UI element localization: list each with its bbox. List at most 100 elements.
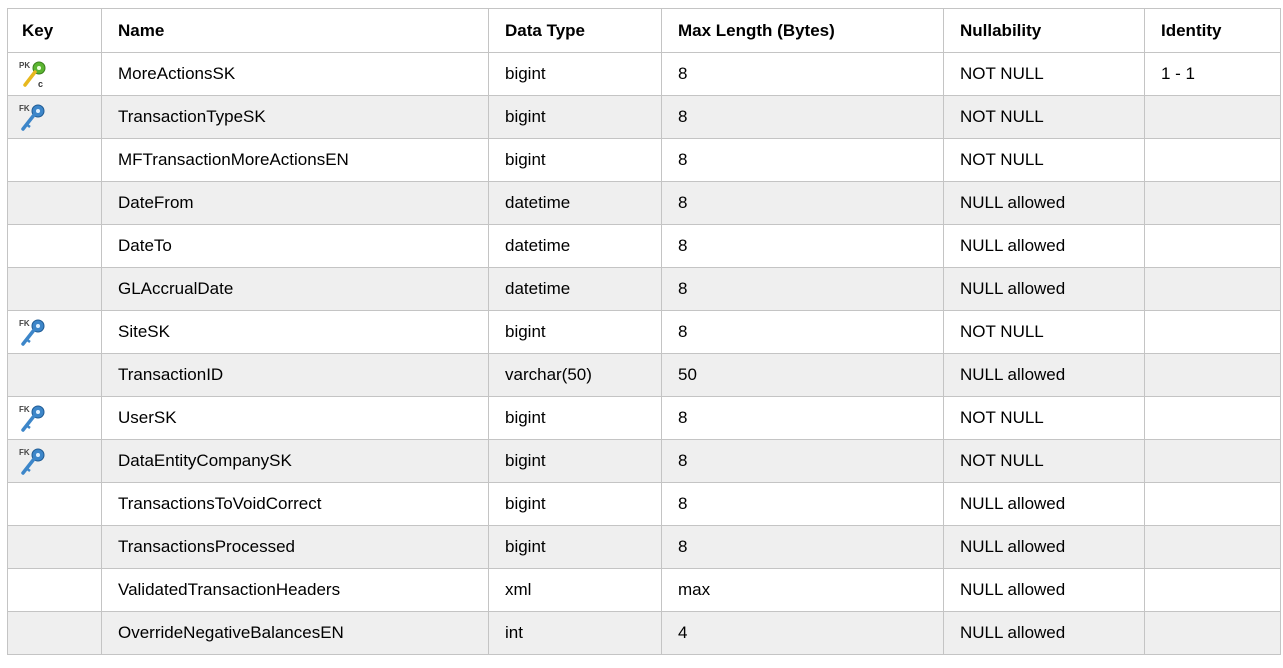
- primary-foreign-key-clustered-icon: PK c: [18, 59, 101, 89]
- cell-identity: [1144, 138, 1281, 182]
- cell-data-type: bigint: [488, 396, 662, 440]
- cell-max-length: 8: [661, 482, 944, 526]
- cell-nullability: NULL allowed: [943, 611, 1145, 655]
- table-row: ValidatedTransactionHeaders xml max NULL al…: [7, 568, 1281, 612]
- cell-data-type: bigint: [488, 439, 662, 483]
- cell-identity: [1144, 224, 1281, 268]
- cell-max-length: 8: [661, 224, 944, 268]
- cell-name: TransactionsToVoidCorrect: [101, 482, 489, 526]
- table-row: DateTo datetime 8 NULL allowed: [7, 224, 1281, 268]
- cell-data-type: bigint: [488, 52, 662, 96]
- cell-identity: [1144, 396, 1281, 440]
- cell-key: FK: [7, 95, 102, 139]
- cell-nullability: NULL allowed: [943, 267, 1145, 311]
- cell-max-length: 8: [661, 95, 944, 139]
- cell-max-length: 8: [661, 525, 944, 569]
- svg-text:FK: FK: [19, 104, 30, 113]
- cell-key: [7, 353, 102, 397]
- cell-key: FK: [7, 439, 102, 483]
- cell-key: [7, 525, 102, 569]
- cell-identity: [1144, 267, 1281, 311]
- cell-identity: [1144, 568, 1281, 612]
- cell-nullability: NOT NULL: [943, 439, 1145, 483]
- svg-text:c: c: [38, 79, 43, 89]
- svg-text:FK: FK: [19, 319, 30, 328]
- cell-data-type: xml: [488, 568, 662, 612]
- table-row: TransactionsToVoidCorrect bigint 8 NULL all…: [7, 482, 1281, 526]
- cell-identity: [1144, 310, 1281, 354]
- cell-nullability: NOT NULL: [943, 52, 1145, 96]
- table-row: TransactionID varchar(50) 50 NULL allowed: [7, 353, 1281, 397]
- header-row: Key Name Data Type Max Length (Bytes) Nu…: [7, 8, 1281, 53]
- cell-nullability: NULL allowed: [943, 568, 1145, 612]
- cell-nullability: NULL allowed: [943, 482, 1145, 526]
- cell-identity: 1 - 1: [1144, 52, 1281, 96]
- cell-name: ValidatedTransactionHeaders: [101, 568, 489, 612]
- cell-data-type: datetime: [488, 224, 662, 268]
- cell-identity: [1144, 95, 1281, 139]
- table-row: MFTransactionMoreActionsEN bigint 8 NOT NUL…: [7, 138, 1281, 182]
- cell-max-length: 8: [661, 396, 944, 440]
- cell-max-length: 8: [661, 52, 944, 96]
- table-row: FK SiteSK bigint 8 NOT NULL: [7, 310, 1281, 354]
- cell-data-type: bigint: [488, 482, 662, 526]
- cell-name: DateTo: [101, 224, 489, 268]
- cell-name: GLAccrualDate: [101, 267, 489, 311]
- cell-data-type: datetime: [488, 181, 662, 225]
- cell-key: FK: [7, 310, 102, 354]
- cell-key: [7, 181, 102, 225]
- svg-text:FK: FK: [19, 405, 30, 414]
- cell-identity: [1144, 353, 1281, 397]
- header-identity: Identity: [1144, 8, 1281, 53]
- table-row: PK c MoreActionsSK bigint 8 NOT NULL 1 - 1: [7, 52, 1281, 96]
- table-row: TransactionsProcessed bigint 8 NULL allowed: [7, 525, 1281, 569]
- cell-max-length: 50: [661, 353, 944, 397]
- cell-max-length: 4: [661, 611, 944, 655]
- cell-max-length: 8: [661, 439, 944, 483]
- svg-text:PK: PK: [19, 61, 30, 70]
- table-row: FK DataEntityCompanySK bigint 8 NOT NULL: [7, 439, 1281, 483]
- header-max-length: Max Length (Bytes): [661, 8, 944, 53]
- cell-nullability: NOT NULL: [943, 138, 1145, 182]
- cell-key: PK c: [7, 52, 102, 96]
- cell-max-length: 8: [661, 181, 944, 225]
- cell-identity: [1144, 181, 1281, 225]
- cell-name: MoreActionsSK: [101, 52, 489, 96]
- cell-identity: [1144, 482, 1281, 526]
- cell-nullability: NOT NULL: [943, 310, 1145, 354]
- foreign-key-icon: FK: [18, 403, 101, 433]
- cell-key: FK: [7, 396, 102, 440]
- table-row: OverrideNegativeBalancesEN int 4 NULL allow…: [7, 611, 1281, 655]
- cell-name: UserSK: [101, 396, 489, 440]
- header-name: Name: [101, 8, 489, 53]
- cell-nullability: NOT NULL: [943, 95, 1145, 139]
- table-row: DateFrom datetime 8 NULL allowed: [7, 181, 1281, 225]
- cell-name: TransactionTypeSK: [101, 95, 489, 139]
- cell-name: MFTransactionMoreActionsEN: [101, 138, 489, 182]
- cell-nullability: NULL allowed: [943, 181, 1145, 225]
- cell-key: [7, 482, 102, 526]
- table-row: FK UserSK bigint 8 NOT NULL: [7, 396, 1281, 440]
- header-data-type: Data Type: [488, 8, 662, 53]
- cell-data-type: datetime: [488, 267, 662, 311]
- cell-name: DataEntityCompanySK: [101, 439, 489, 483]
- cell-max-length: 8: [661, 138, 944, 182]
- cell-max-length: max: [661, 568, 944, 612]
- cell-key: [7, 267, 102, 311]
- cell-max-length: 8: [661, 267, 944, 311]
- foreign-key-icon: FK: [18, 102, 101, 132]
- header-nullability: Nullability: [943, 8, 1145, 53]
- cell-data-type: bigint: [488, 138, 662, 182]
- svg-text:FK: FK: [19, 448, 30, 457]
- cell-data-type: bigint: [488, 525, 662, 569]
- cell-identity: [1144, 611, 1281, 655]
- cell-name: DateFrom: [101, 181, 489, 225]
- cell-name: OverrideNegativeBalancesEN: [101, 611, 489, 655]
- cell-name: TransactionsProcessed: [101, 525, 489, 569]
- cell-name: TransactionID: [101, 353, 489, 397]
- cell-name: SiteSK: [101, 310, 489, 354]
- cell-data-type: varchar(50): [488, 353, 662, 397]
- header-key: Key: [7, 8, 102, 53]
- foreign-key-icon: FK: [18, 446, 101, 476]
- columns-table: Key Name Data Type Max Length (Bytes) Nu…: [7, 8, 1281, 655]
